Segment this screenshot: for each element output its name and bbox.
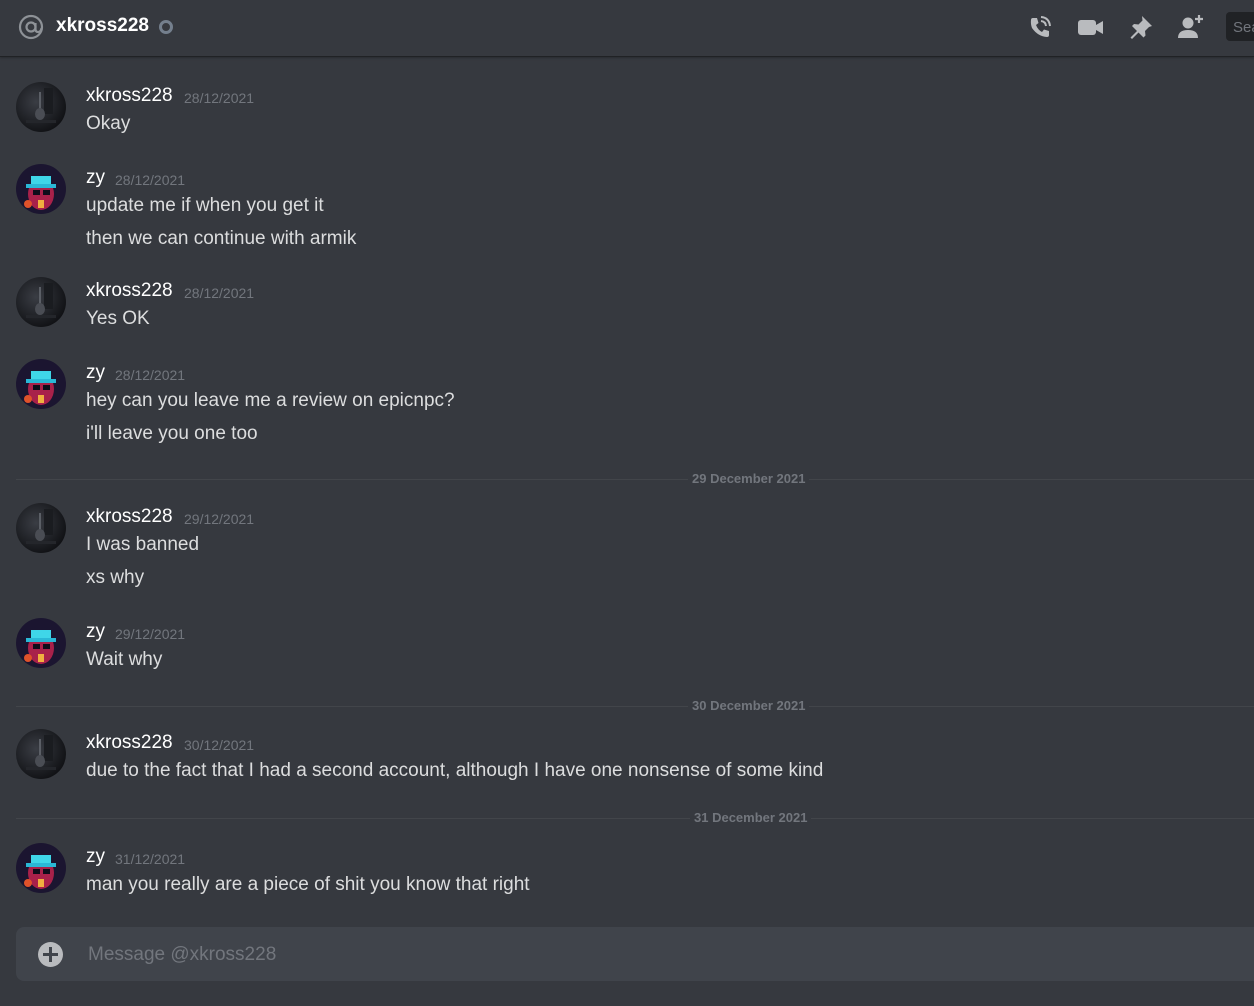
message-text: Wait why	[86, 649, 163, 670]
message-author[interactable]: xkross228	[86, 280, 173, 302]
avatar[interactable]	[16, 277, 66, 327]
message-text: hey can you leave me a review on epicnpc…	[86, 390, 455, 411]
at-sign-icon	[18, 14, 44, 40]
message-author[interactable]: zy	[86, 167, 105, 189]
date-divider	[16, 479, 1254, 480]
message-text: Yes OK	[86, 308, 150, 329]
pin-icon[interactable]	[1127, 13, 1155, 41]
message-text: xs why	[86, 567, 145, 588]
message-author[interactable]: zy	[86, 362, 105, 384]
message-input[interactable]	[86, 939, 1190, 971]
channel-title: xkross228	[56, 15, 149, 36]
date-divider-label: 29 December 2021	[688, 471, 810, 486]
message-timestamp: 29/12/2021	[184, 511, 255, 527]
add-user-icon[interactable]	[1176, 13, 1204, 41]
message-text: update me if when you get it	[86, 195, 324, 216]
message-author[interactable]: xkross228	[86, 85, 173, 107]
message-timestamp: 29/12/2021	[115, 626, 186, 642]
avatar[interactable]	[16, 503, 66, 553]
message-text: then we can continue with armik	[86, 228, 357, 249]
date-divider-label: 30 December 2021	[688, 698, 810, 713]
avatar[interactable]	[16, 618, 66, 668]
avatar[interactable]	[16, 82, 66, 132]
message-author[interactable]: zy	[86, 846, 105, 868]
phone-call-icon[interactable]	[1026, 13, 1054, 41]
message-timestamp: 28/12/2021	[115, 367, 186, 383]
message-author[interactable]: zy	[86, 621, 105, 643]
offline-status-icon	[159, 20, 173, 34]
message-text: i'll leave you one too	[86, 423, 258, 444]
message-timestamp: 30/12/2021	[184, 737, 255, 753]
avatar[interactable]	[16, 164, 66, 214]
message-timestamp: 28/12/2021	[115, 172, 186, 188]
date-divider-label: 31 December 2021	[690, 810, 812, 825]
message-list: xkross228 28/12/2021 Okay zy 28/12/2021 updat…	[0, 58, 1254, 924]
plus-circle-icon[interactable]	[38, 942, 63, 967]
avatar[interactable]	[16, 359, 66, 409]
message-author[interactable]: xkross228	[86, 506, 173, 528]
message-text: I was banned	[86, 534, 200, 555]
avatar[interactable]	[16, 729, 66, 779]
video-camera-icon[interactable]	[1077, 13, 1105, 41]
date-divider	[16, 818, 1254, 819]
avatar[interactable]	[16, 843, 66, 893]
message-author[interactable]: xkross228	[86, 732, 173, 754]
message-timestamp: 28/12/2021	[184, 285, 255, 301]
channel-header: xkross228 Search	[0, 0, 1254, 57]
message-text: Okay	[86, 113, 131, 134]
date-divider	[16, 706, 1254, 707]
search-input[interactable]: Search	[1226, 12, 1254, 41]
message-text: man you really are a piece of shit you k…	[86, 874, 530, 895]
message-composer	[16, 927, 1254, 981]
message-timestamp: 28/12/2021	[184, 90, 255, 106]
message-timestamp: 31/12/2021	[115, 851, 186, 867]
message-text: due to the fact that I had a second acco…	[86, 760, 824, 781]
